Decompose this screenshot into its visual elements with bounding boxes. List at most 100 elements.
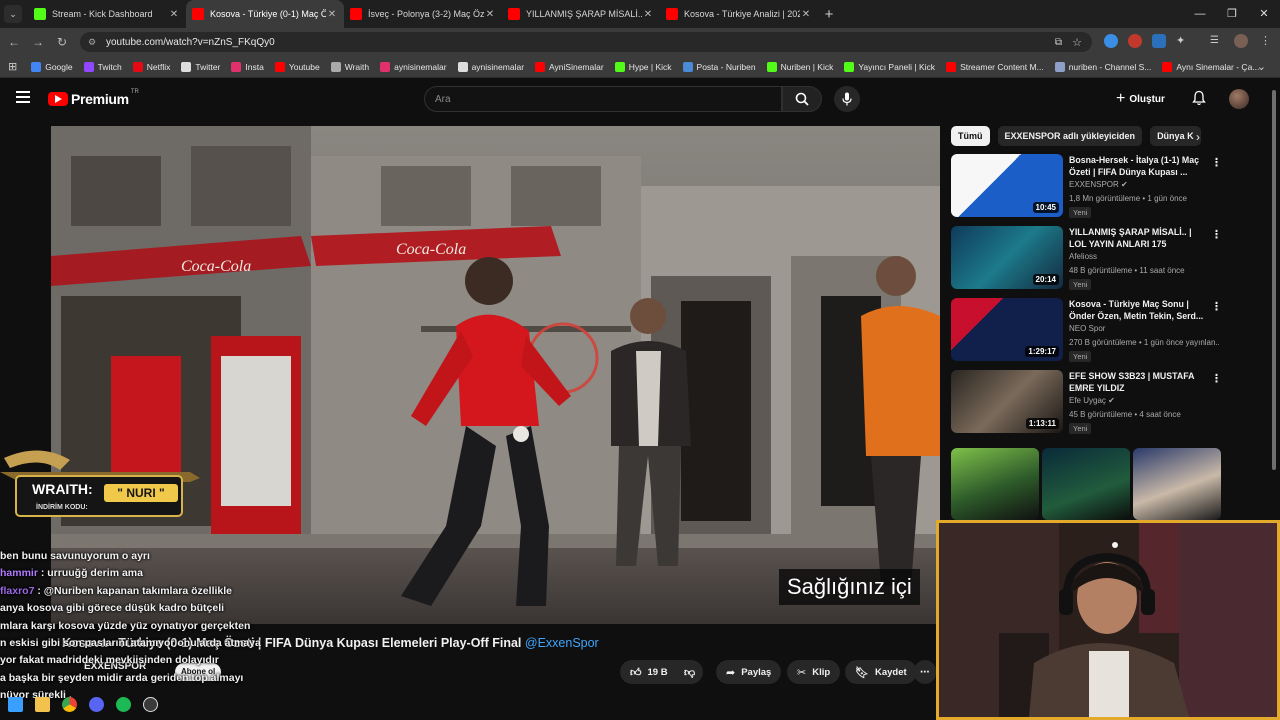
recommended-channel[interactable]: NEO Spor bbox=[1069, 324, 1105, 333]
bookmark-item[interactable]: Nuriben | Kick bbox=[766, 61, 833, 72]
recommended-video[interactable]: 1:13:11 EFE SHOW S3B23 | MUSTAFA EMRE YI… bbox=[951, 370, 1222, 434]
browser-tab[interactable]: Kosova - Türkiye Analizi | 2026 ✕ bbox=[660, 0, 818, 28]
file-explorer-icon[interactable] bbox=[35, 697, 50, 712]
more-options-icon[interactable]: ⋮ bbox=[1211, 156, 1222, 169]
bookmark-item[interactable]: Twitter bbox=[181, 61, 221, 72]
bookmark-label: Twitter bbox=[195, 61, 221, 72]
extension-icon-1[interactable] bbox=[1104, 34, 1118, 48]
minimize-button[interactable]: — bbox=[1184, 0, 1216, 28]
chrome-icon[interactable] bbox=[62, 697, 77, 712]
recommended-video-title[interactable]: Kosova - Türkiye Maç Sonu | Önder Özen, … bbox=[1069, 298, 1205, 322]
recommended-video[interactable]: 1:29:17 Kosova - Türkiye Maç Sonu | Önde… bbox=[951, 298, 1222, 362]
share-button[interactable]: ➦ Paylaş bbox=[716, 660, 782, 684]
reading-list-icon[interactable]: ☰ bbox=[1210, 34, 1224, 48]
recommended-video-title[interactable]: EFE SHOW S3B23 | MUSTAFA EMRE YILDIZ bbox=[1069, 370, 1205, 394]
bookmark-item[interactable]: AyniSinemalar bbox=[535, 61, 604, 72]
profile-avatar-icon[interactable] bbox=[1234, 34, 1248, 48]
close-tab-icon[interactable]: ✕ bbox=[484, 9, 496, 20]
scrollbar-thumb[interactable] bbox=[1272, 90, 1276, 470]
recommended-video-title[interactable]: YILLANMIŞ ŞARAP MİSALİ.. | LOL YAYIN ANL… bbox=[1069, 226, 1205, 250]
close-tab-icon[interactable]: ✕ bbox=[800, 9, 812, 20]
short-thumbnail[interactable] bbox=[1042, 448, 1130, 520]
close-tab-icon[interactable]: ✕ bbox=[168, 9, 180, 20]
bookmark-item[interactable]: Aynı Sinemalar - Ça... bbox=[1162, 61, 1259, 72]
browser-tab[interactable]: İsveç - Polonya (3-2) Maç Özeti ✕ bbox=[344, 0, 502, 28]
recommended-video[interactable]: 10:45 Bosna-Hersek - İtalya (1-1) Maç Öz… bbox=[951, 154, 1222, 218]
bookmark-item[interactable]: aynisinemalar bbox=[380, 61, 447, 72]
close-window-button[interactable]: ✕ bbox=[1248, 0, 1280, 28]
all-bookmarks-icon[interactable]: ⌄ bbox=[1257, 60, 1266, 73]
like-button[interactable]: 👍︎ 19 B bbox=[620, 660, 678, 684]
guide-menu-icon[interactable] bbox=[16, 91, 30, 103]
bookmark-item[interactable]: Posta - Nuriben bbox=[682, 61, 756, 72]
clip-button[interactable]: ✂ Klip bbox=[787, 660, 841, 684]
site-info-icon[interactable]: ⚙ bbox=[88, 37, 100, 48]
tab-search-button[interactable]: ⌄ bbox=[4, 5, 22, 23]
bookmark-item[interactable]: Twitch bbox=[83, 61, 122, 72]
short-thumbnail[interactable] bbox=[1133, 448, 1221, 520]
bookmark-item[interactable]: Streamer Content M... bbox=[946, 61, 1044, 72]
spotify-icon[interactable] bbox=[116, 697, 131, 712]
bookmark-item[interactable]: Netflix bbox=[132, 61, 170, 72]
youtube-premium-logo[interactable]: Premium TR bbox=[48, 89, 139, 107]
forward-button[interactable]: → bbox=[26, 35, 50, 49]
restore-button[interactable]: ❐ bbox=[1216, 0, 1248, 28]
browser-tab[interactable]: YILLANMIŞ ŞARAP MİSALİ.. | LO ✕ bbox=[502, 0, 660, 28]
obs-icon[interactable] bbox=[143, 697, 158, 712]
discord-icon[interactable] bbox=[89, 697, 104, 712]
recommended-video-title[interactable]: Bosna-Hersek - İtalya (1-1) Maç Özeti | … bbox=[1069, 154, 1205, 178]
more-options-icon[interactable]: ⋮ bbox=[1211, 300, 1222, 313]
filter-chip[interactable]: EXXENSPOR adlı yükleyiciden bbox=[997, 126, 1143, 146]
url-field[interactable]: ⚙ youtube.com/watch?v=nZnS_FKqQy0 ⧉ ☆ bbox=[80, 32, 1092, 52]
recommended-video[interactable]: 20:14 YILLANMIŞ ŞARAP MİSALİ.. | LOL YAY… bbox=[951, 226, 1222, 290]
video-thumbnail[interactable]: 1:13:11 bbox=[951, 370, 1063, 433]
bookmark-star-icon[interactable]: ☆ bbox=[1072, 36, 1082, 49]
browser-menu-icon[interactable]: ⋮ bbox=[1260, 34, 1274, 48]
notifications-button[interactable] bbox=[1192, 90, 1206, 111]
channel-hashtag-link[interactable]: @ExxenSpor bbox=[525, 636, 599, 650]
bookmark-item[interactable]: Hype | Kick bbox=[614, 61, 672, 72]
browser-tab[interactable]: Kosova - Türkiye (0-1) Maç Özeti ✕ bbox=[186, 0, 344, 28]
extensions-puzzle-icon[interactable]: ✦ bbox=[1176, 34, 1190, 48]
video-thumbnail[interactable]: 1:29:17 bbox=[951, 298, 1063, 361]
more-actions-button[interactable]: ⋯ bbox=[914, 660, 936, 684]
short-thumbnail[interactable] bbox=[951, 448, 1039, 520]
recommended-channel[interactable]: EXXENSPOR ✔ bbox=[1069, 180, 1128, 189]
bookmark-item[interactable]: aynisinemalar bbox=[457, 61, 524, 72]
video-thumbnail[interactable]: 20:14 bbox=[951, 226, 1063, 289]
bookmark-item[interactable]: Insta bbox=[231, 61, 264, 72]
bookmark-item[interactable]: Yayıncı Paneli | Kick bbox=[844, 61, 935, 72]
back-button[interactable]: ← bbox=[2, 35, 26, 49]
create-button[interactable]: + Oluştur bbox=[1116, 88, 1165, 110]
windows-start-icon[interactable] bbox=[8, 697, 23, 712]
video-thumbnail[interactable]: 10:45 bbox=[951, 154, 1063, 217]
recommended-channel[interactable]: Efe Uygaç ✔ bbox=[1069, 396, 1115, 405]
more-options-icon[interactable]: ⋮ bbox=[1211, 228, 1222, 241]
bookmark-label: nuriben - Channel S... bbox=[1068, 61, 1152, 72]
recommended-channel[interactable]: Afelioss bbox=[1069, 252, 1097, 261]
browser-tab[interactable]: Stream - Kick Dashboard ✕ bbox=[28, 0, 186, 28]
install-app-icon[interactable]: ⧉ bbox=[1055, 37, 1062, 48]
search-button[interactable] bbox=[782, 86, 822, 112]
apps-grid-icon[interactable]: ⊞ bbox=[8, 60, 17, 73]
search-input[interactable]: Ara bbox=[424, 86, 782, 112]
bookmark-item[interactable]: Google bbox=[31, 61, 73, 72]
extension-icon-2[interactable] bbox=[1128, 34, 1142, 48]
bookmark-item[interactable]: Wraith bbox=[330, 61, 369, 72]
bookmark-item[interactable]: nuriben - Channel S... bbox=[1054, 61, 1152, 72]
dislike-button[interactable]: 👎︎ bbox=[676, 660, 704, 684]
save-button[interactable]: 🔖︎ Kaydet bbox=[845, 660, 917, 684]
new-tab-button[interactable]: + bbox=[818, 6, 840, 23]
close-tab-icon[interactable]: ✕ bbox=[326, 9, 338, 20]
filter-chip[interactable]: Dünya K bbox=[1150, 126, 1201, 146]
page-scrollbar[interactable] bbox=[1271, 80, 1277, 520]
account-avatar[interactable] bbox=[1229, 89, 1249, 109]
bookmark-item[interactable]: Youtube bbox=[274, 61, 320, 72]
voice-search-button[interactable] bbox=[834, 86, 860, 112]
extension-icon-3[interactable] bbox=[1152, 34, 1166, 48]
chevron-right-icon[interactable]: › bbox=[1196, 130, 1200, 144]
filter-chip[interactable]: Tümü bbox=[951, 126, 990, 146]
reload-button[interactable]: ↻ bbox=[50, 35, 74, 49]
more-options-icon[interactable]: ⋮ bbox=[1211, 372, 1222, 385]
close-tab-icon[interactable]: ✕ bbox=[642, 9, 654, 20]
